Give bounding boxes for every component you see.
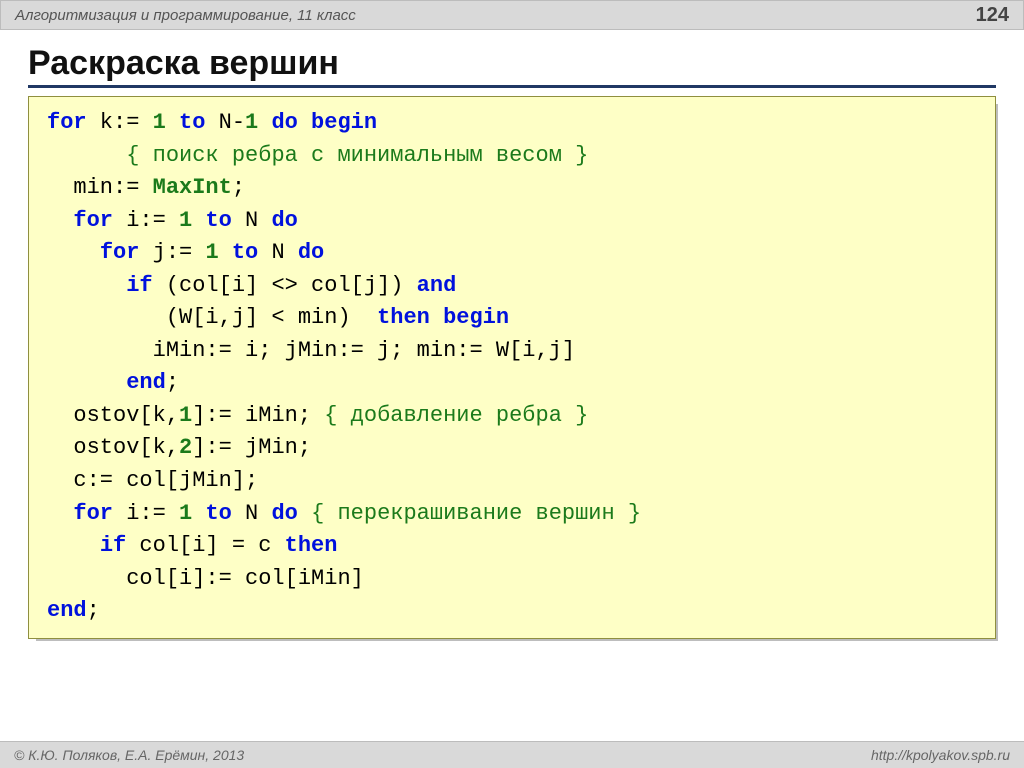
slide-footer: © К.Ю. Поляков, Е.А. Ерёмин, 2013 http:/… — [0, 741, 1024, 768]
code-block: for k:= 1 to N-1 do begin { поиск ребра … — [28, 96, 996, 639]
slide-header: Алгоритмизация и программирование, 11 кл… — [0, 0, 1024, 30]
comment: { поиск ребра с минимальным весом } — [126, 143, 588, 168]
comment: { перекрашивание вершин } — [311, 501, 641, 526]
comment: { добавление ребра } — [324, 403, 588, 428]
footer-url: http://kpolyakov.spb.ru — [871, 747, 1010, 763]
copyright-text: © К.Ю. Поляков, Е.А. Ерёмин, 2013 — [14, 747, 244, 763]
page-title: Раскраска вершин — [28, 44, 996, 88]
breadcrumb: Алгоритмизация и программирование, 11 кл… — [15, 7, 356, 24]
kw-for: for — [47, 110, 87, 135]
page-number: 124 — [976, 4, 1009, 27]
code-block-wrap: for k:= 1 to N-1 do begin { поиск ребра … — [28, 96, 996, 639]
